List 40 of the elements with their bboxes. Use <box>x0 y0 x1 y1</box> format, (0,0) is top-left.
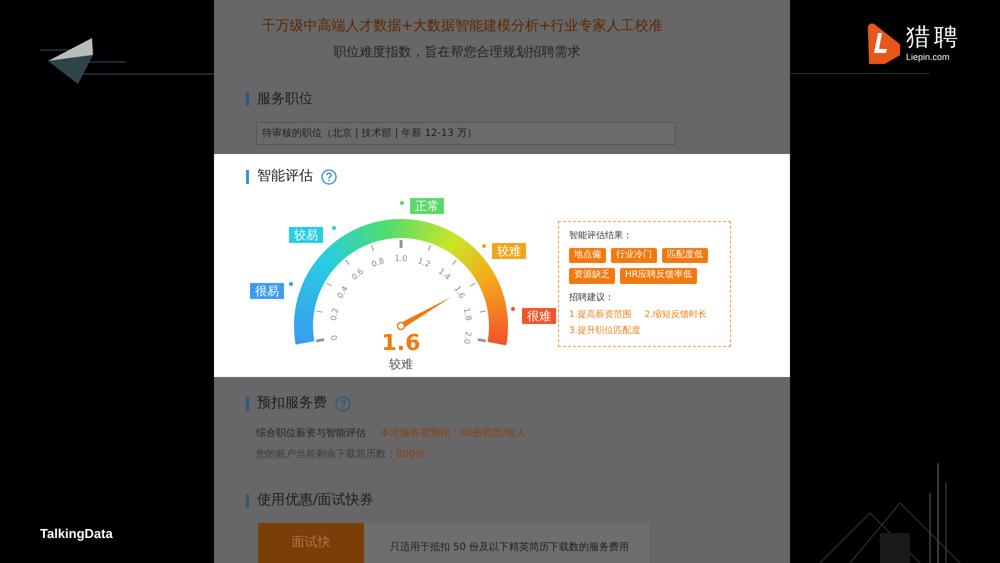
result-title: 智能评估结果： <box>569 230 633 243</box>
tick-label: 1.8 <box>462 307 473 322</box>
section-title: 智能评估 <box>257 167 313 186</box>
result-tag: 行业冷门 <box>611 248 657 263</box>
subtitle: 职位难度指数，旨在帮您合理规划招聘需求 <box>334 44 580 62</box>
section-title: 预扣服务费 <box>257 394 327 413</box>
position-field[interactable]: 待审核的职位（北京 | 技术部 | 年薪 12-13 万） <box>256 122 676 144</box>
result-tag: HR应聘反馈率低 <box>620 268 698 284</box>
result-tag: 匹配度低 <box>662 248 708 263</box>
advice-item: 2.缩短反馈时长 <box>644 309 708 322</box>
help-icon[interactable] <box>321 168 337 184</box>
tick-label: 1.6 <box>452 284 467 300</box>
logo-name: 猎聘 <box>906 23 962 51</box>
coupon-note: 只适用于抵扣 50 份及以下精英简历下载数的服务费用 <box>390 540 630 555</box>
tagline: 千万级中高端人才数据+大数据智能建模分析+行业专家人工校准 <box>261 17 663 36</box>
result-tag: 地点偏 <box>569 248 606 263</box>
tick-label: 0.4 <box>335 284 350 300</box>
tick-label: 1.0 <box>394 254 408 263</box>
fee-value: 本次服务需预扣：80份简历/每人 <box>380 426 526 441</box>
tick-label: 2.0 <box>462 330 473 345</box>
section-title: 服务职位 <box>257 90 313 108</box>
tick-label: 0.6 <box>350 266 366 282</box>
tick-label: 0.2 <box>329 307 340 322</box>
section-title: 使用优惠/面试快券 <box>257 491 374 510</box>
brand-name: TalkingData <box>40 524 114 543</box>
tick-label: 0 <box>330 334 340 341</box>
gauge-value: 1.6 <box>382 331 420 356</box>
advice-item: 1.提高薪资范围 <box>569 309 633 322</box>
balance-value: 800份 <box>396 448 426 462</box>
tick-label: 1.2 <box>416 256 432 269</box>
coupon-stub[interactable]: 面试快 <box>258 523 364 563</box>
result-tag: 资源缺乏 <box>569 268 615 284</box>
gauge-needle <box>396 297 452 330</box>
fee-label: 综合职位薪资与智能评估 <box>256 426 366 441</box>
advice-title: 招聘建议： <box>569 292 615 304</box>
advice-item: 3.提升职位匹配度 <box>569 324 642 338</box>
tick-label: 0.8 <box>370 256 386 269</box>
logo-domain: Liepin.com <box>906 51 951 63</box>
tick-label: 1.4 <box>436 266 452 282</box>
gauge-rating: 较难 <box>389 357 413 371</box>
